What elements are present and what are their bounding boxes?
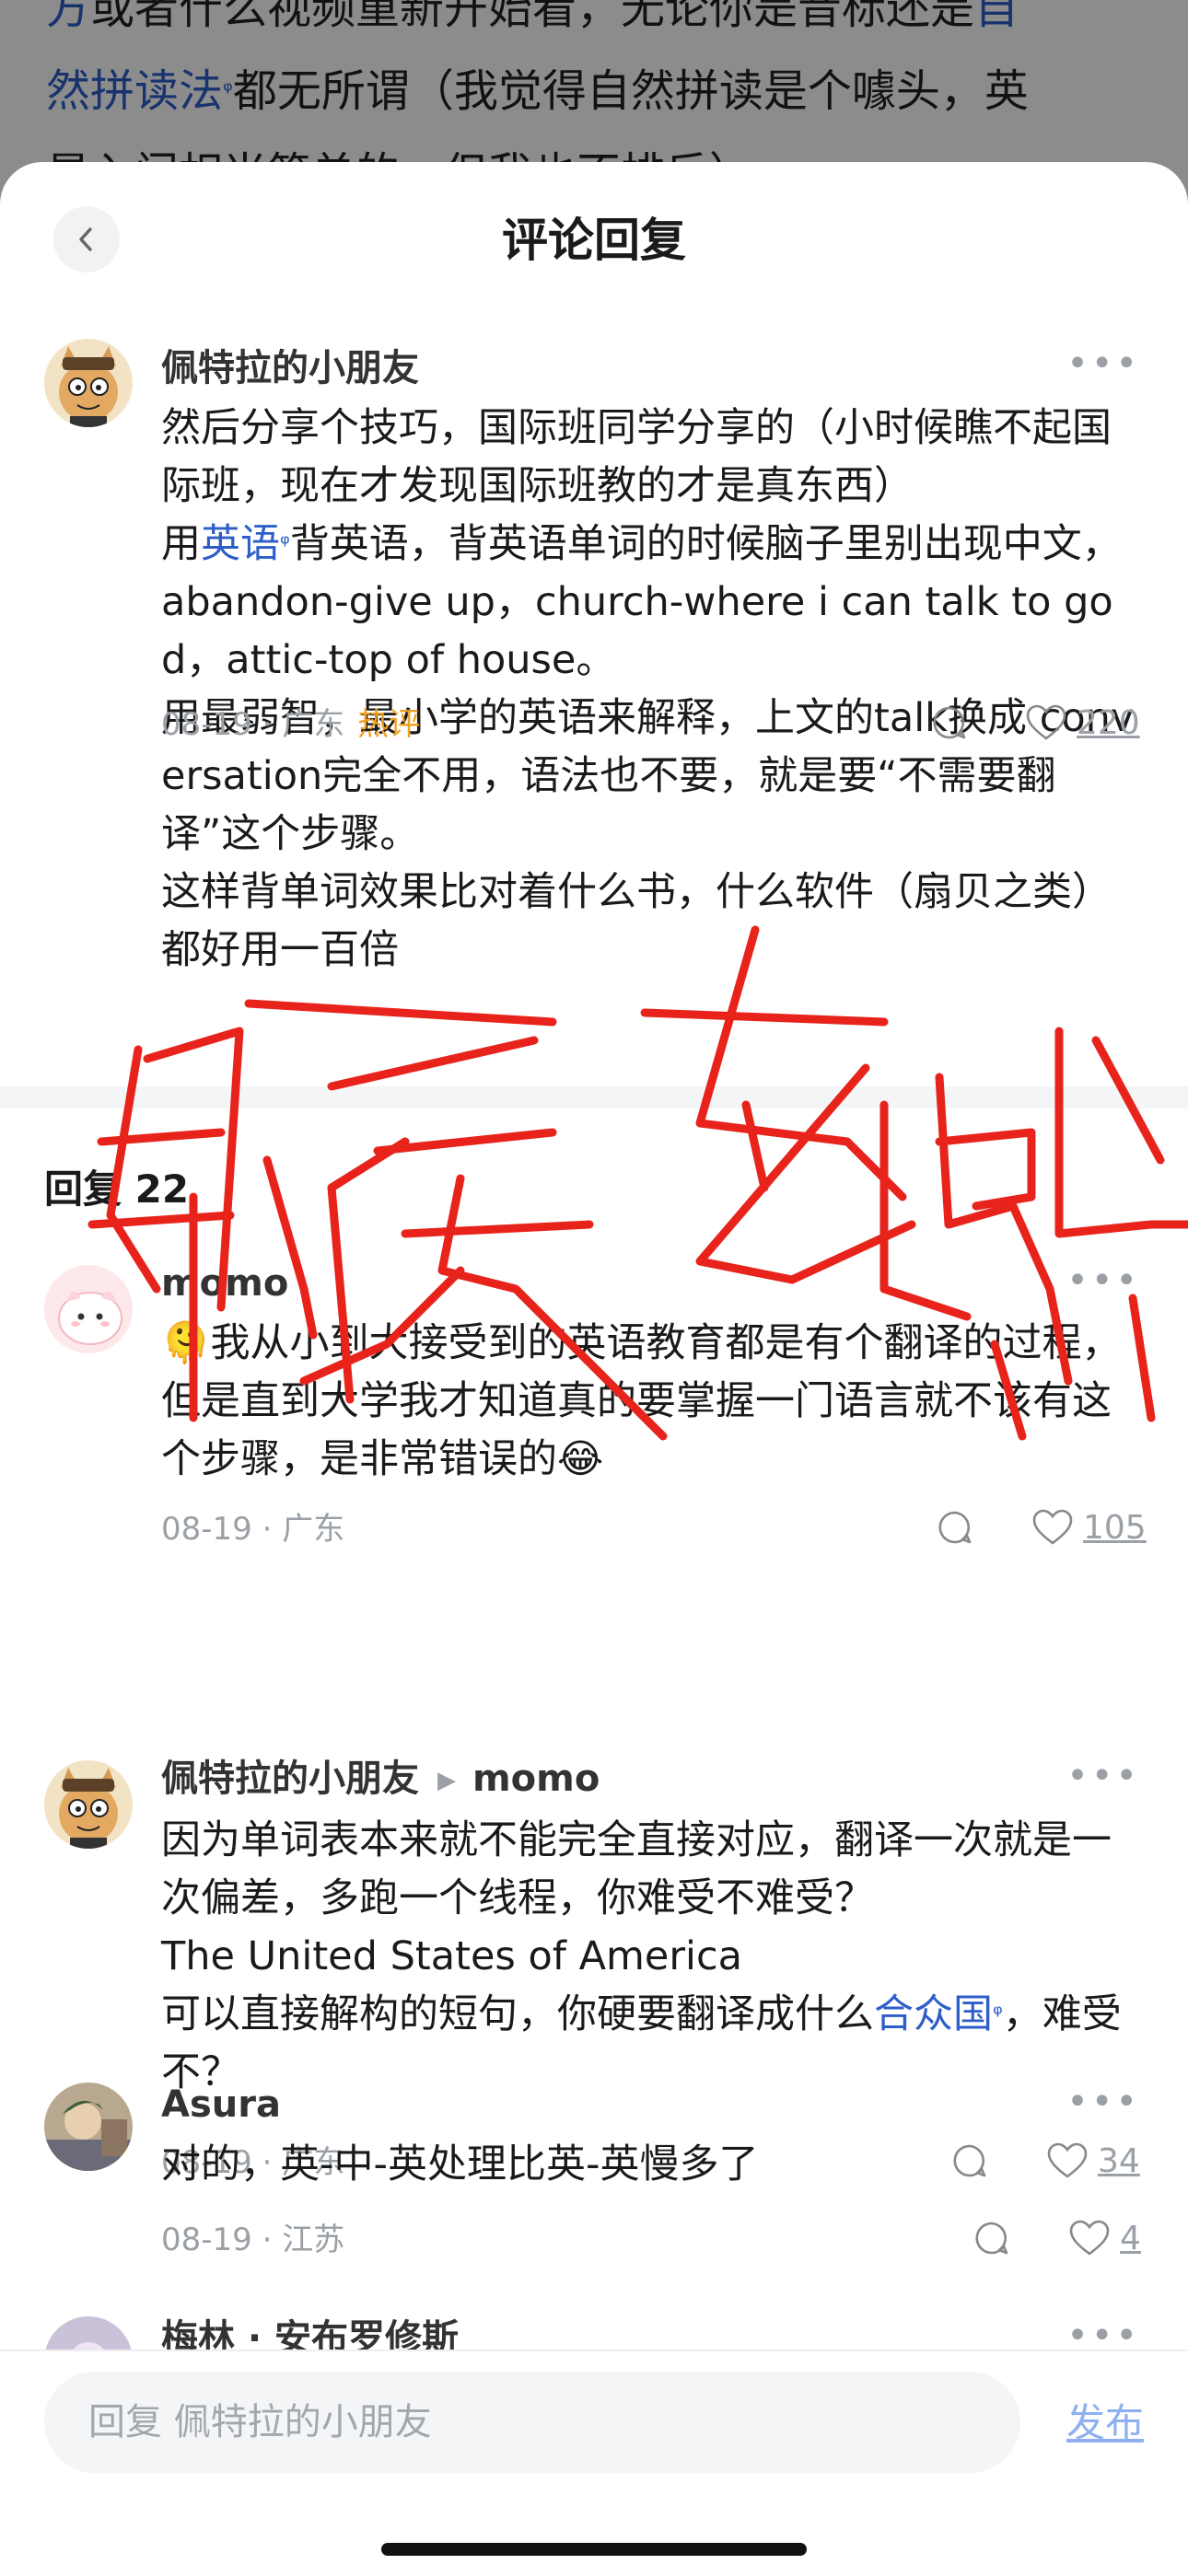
like-button[interactable]: 105 [1031,1508,1147,1547]
avatar[interactable] [44,1760,133,1849]
reply-comment-button[interactable] [973,2219,1011,2257]
comment-bubble-icon [938,1511,972,1544]
like-count: 220 [1077,703,1140,742]
reply-text[interactable]: 因为单词表本来就不能完全直接对应，翻译一次就是一次偏差，多跑一个线程，你难受不难… [161,1812,1137,2102]
more-options-button[interactable]: ••• [1066,345,1140,382]
reply-comment-button[interactable] [936,1508,974,1547]
more-dots-icon: ••• [1066,1259,1140,1302]
more-options-button[interactable]: ••• [1066,1758,1140,1794]
reply-date: 08-19 [161,2222,252,2258]
reply-text-part3-prefix: 可以直接解构的短句，你硬要翻译成什么 [161,1991,874,2037]
reply-author-line: 佩特拉的小朋友 ▶ momo [161,1753,1137,1806]
comment-text-part4: 这样背单词效果比对着什么书，什么软件（扇贝之类）都好用一百倍 [161,869,1112,973]
reply-bar: 发布 [0,2350,1188,2576]
sheet-header: 评论回复 [0,162,1188,300]
comment-text-part1: 然后分享个技巧，国际班同学分享的（小时候瞧不起国际班，现在才发现国际班教的才是真… [161,405,1112,509]
reply-location: 广东 [282,1511,345,1548]
hot-comment-badge: 热评 [357,706,421,743]
reply-author[interactable]: 佩特拉的小朋友 [161,1758,419,1800]
comment-location: 广东 [282,706,345,743]
keyword-link[interactable]: 合众国 [874,1991,993,2037]
reply-body: Asura 对的，英-中-英处理比英-英慢多了 [161,2079,1137,2194]
reply-to-arrow-icon: ▶ [437,1767,456,1794]
like-button[interactable]: 220 [1025,703,1140,742]
reply-text[interactable]: 对的，英-中-英处理比英-英慢多了 [161,2136,1137,2194]
link-search-icon: ᵠ [993,2001,1003,2028]
avatar[interactable] [44,2083,133,2171]
more-dots-icon: ••• [1066,342,1140,385]
heart-icon [1069,2220,1110,2256]
more-options-button[interactable]: ••• [1066,2083,1140,2120]
comment-text-part2-prefix: 用 [161,521,201,567]
publish-button[interactable]: 发布 [1066,2397,1144,2449]
comment-date: 08-19 [161,706,252,743]
reply-text-part2: The United States of America [161,1933,742,1979]
like-count: 4 [1120,2219,1141,2257]
comment-bubble-icon [975,2222,1008,2255]
reply-text-part1: 因为单词表本来就不能完全直接对应，翻译一次就是一次偏差，多跑一个线程，你难受不难… [161,1817,1112,1921]
replies-count-label: 回复 22 [44,1166,190,1212]
reply-meta: 08-19 · 江苏 [161,2222,345,2258]
reply-comment-button[interactable] [930,703,969,742]
more-options-button[interactable]: ••• [1066,2317,1140,2354]
like-count: 105 [1083,1508,1147,1547]
reply-text[interactable]: 🫠我从小到大接受到的英语教育都是有个翻译的过程，但是直到大学我才知道真的要掌握一… [161,1315,1137,1489]
reply-to-user[interactable]: momo [472,1758,600,1800]
avatar[interactable] [44,1265,133,1353]
reply-body: 佩特拉的小朋友 ▶ momo 因为单词表本来就不能完全直接对应，翻译一次就是一次偏差… [161,1753,1137,2102]
more-options-button[interactable]: ••• [1066,1262,1140,1299]
comment-author[interactable]: 佩特拉的小朋友 [161,342,1137,394]
sheet-title: 评论回复 [502,214,686,267]
section-divider [0,1086,1188,1108]
comment-text-part2-rest: 背英语，背英语单词的时候脑子里别出现中文，abandon-give up，chu… [161,521,1122,683]
home-indicator [381,2543,807,2556]
comment-text[interactable]: 然后分享个技巧，国际班同学分享的（小时候瞧不起国际班，现在才发现国际班教的才是真… [161,400,1137,980]
reply-date: 08-19 [161,1511,252,1548]
reply-meta: 08-19 · 广东 [161,1511,345,1548]
reply-input[interactable] [44,2372,1020,2473]
reply-body: momo 🫠我从小到大接受到的英语教育都是有个翻译的过程，但是直到大学我才知道真… [161,1258,1137,1489]
reply-author[interactable]: momo [161,1258,1137,1309]
main-comment-body: 佩特拉的小朋友 然后分享个技巧，国际班同学分享的（小时候瞧不起国际班，现在才发现… [161,342,1137,980]
reply-location: 江苏 [282,2222,345,2258]
heart-icon [1032,1509,1073,1545]
avatar[interactable] [44,339,133,427]
comment-bubble-icon [933,706,966,739]
heart-icon [1026,704,1066,740]
comment-reply-sheet: 评论回复 佩特拉的小朋友 然后分享个技巧，国际班同学分享的（小时候瞧不起国际班，… [0,162,1188,2576]
more-dots-icon: ••• [1066,2081,1140,2123]
reply-author[interactable]: Asura [161,2079,1137,2130]
link-search-icon: ᵠ [280,530,290,558]
like-button[interactable]: 4 [1068,2219,1141,2257]
more-dots-icon: ••• [1066,1755,1140,1797]
comment-meta: 08-19 · 广东 热评 [161,706,421,743]
keyword-link[interactable]: 英语 [201,521,280,567]
